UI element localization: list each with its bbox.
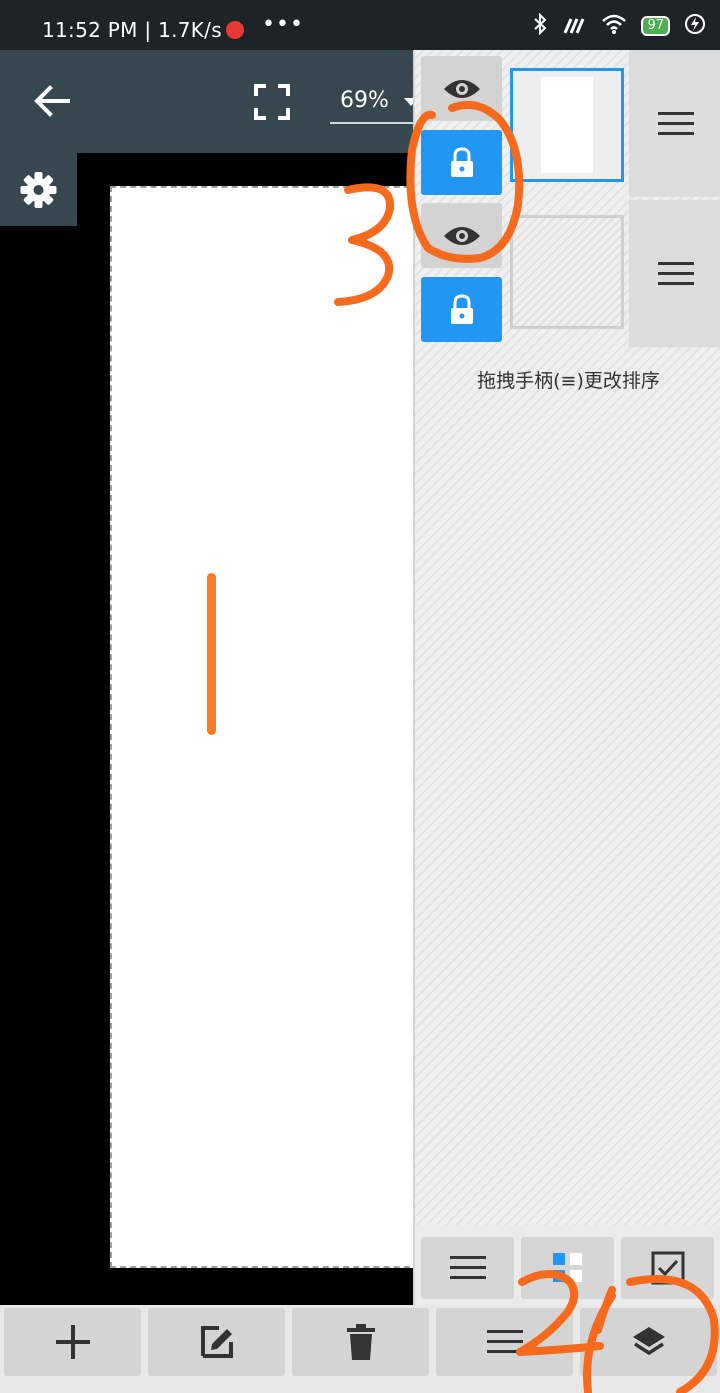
layer-2-drag-handle[interactable] (629, 200, 720, 347)
status-time-speed: 11:52 PM | 1.7K/s (42, 18, 244, 42)
layer-2-lock-button[interactable] (421, 277, 502, 342)
layers-icon (632, 1327, 665, 1356)
delete-button[interactable] (292, 1308, 429, 1376)
bluetooth-icon (533, 12, 547, 40)
trash-icon (346, 1324, 375, 1360)
layer-panel: 拖拽手柄(≡)更改排序 (413, 50, 720, 1305)
layer-1-thumbnail-paper (541, 77, 593, 173)
status-bar: 11:52 PM | 1.7K/s ••• 97 (0, 0, 720, 50)
menu-button[interactable] (436, 1308, 573, 1376)
wifi-icon (601, 13, 627, 40)
back-button[interactable] (28, 80, 74, 122)
layer-1-drag-handle[interactable] (629, 50, 720, 197)
layer-panel-actions (415, 1225, 720, 1305)
eye-icon (443, 226, 480, 245)
edit-icon (200, 1326, 233, 1358)
eye-icon (443, 79, 480, 98)
charging-icon (684, 13, 706, 40)
layer-grid-button[interactable] (521, 1237, 614, 1299)
checkbox-icon (651, 1251, 684, 1285)
status-icons: 97 (533, 12, 706, 40)
fullscreen-icon (254, 84, 290, 120)
settings-button[interactable] (0, 153, 77, 226)
layer-menu-button[interactable] (421, 1237, 514, 1299)
bottom-toolbar (0, 1305, 720, 1393)
menu-icon (449, 1256, 486, 1279)
reorder-hint: 拖拽手柄(≡)更改排序 (477, 370, 660, 392)
canvas-page[interactable] (110, 186, 420, 1268)
notification-icon (225, 21, 244, 39)
gear-icon (20, 172, 57, 208)
zoom-dropdown[interactable]: 69% (330, 84, 420, 124)
signal-icon (561, 13, 587, 40)
layers-button[interactable] (580, 1308, 717, 1376)
menu-icon (486, 1330, 523, 1353)
add-button[interactable] (4, 1308, 141, 1376)
grid-icon (552, 1253, 582, 1282)
layer-2-visibility-button[interactable] (421, 203, 502, 268)
status-more-icon: ••• (262, 12, 304, 37)
status-time-text: 11:52 PM | 1.7K/s (42, 18, 222, 42)
fullscreen-button[interactable] (252, 82, 292, 122)
layer-1-lock-button[interactable] (421, 130, 502, 195)
layer-1-thumbnail[interactable] (510, 68, 624, 182)
lock-icon (450, 146, 473, 177)
layer-select-button[interactable] (621, 1237, 714, 1299)
edit-button[interactable] (148, 1308, 285, 1376)
plus-icon (55, 1325, 90, 1359)
layer-1-visibility-button[interactable] (421, 56, 502, 121)
arrow-left-icon (34, 85, 70, 117)
drag-handle-icon (657, 261, 694, 285)
lock-icon (450, 293, 473, 324)
drag-handle-icon (657, 111, 694, 135)
battery-icon: 97 (641, 16, 670, 36)
drawn-stroke[interactable] (207, 573, 216, 735)
zoom-value: 69% (340, 88, 389, 113)
layer-2-thumbnail[interactable] (510, 215, 624, 329)
